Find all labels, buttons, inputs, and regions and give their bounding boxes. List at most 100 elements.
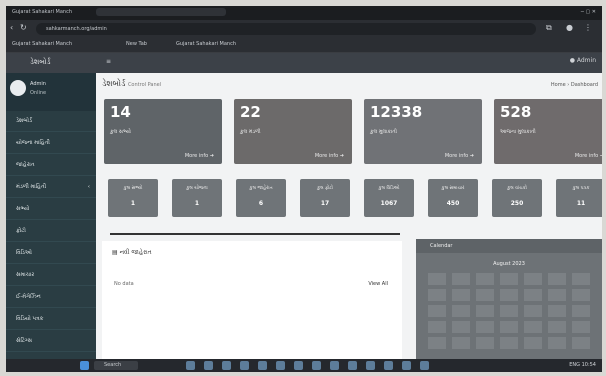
calendar-day-cell[interactable] — [452, 273, 470, 285]
stat-card[interactable]: 14 કુલ સભ્યો More info ➜ — [104, 99, 222, 164]
sidebar-item[interactable]: ડેશબોર્ડ — [6, 113, 96, 132]
mini-stat-label: કુલ વાંચકો — [507, 186, 527, 191]
app-icon[interactable] — [330, 361, 339, 370]
calendar-day-cell[interactable] — [548, 321, 566, 333]
calendar-day-cell[interactable] — [524, 273, 542, 285]
stat-card[interactable]: 12338 કુલ મુલાકાતી More info ➜ — [364, 99, 482, 164]
more-info-link[interactable]: More info ➜ — [445, 153, 474, 159]
sidebar-item[interactable]: મંડળી માહિતી ‹ — [6, 179, 96, 198]
calendar-month[interactable]: August 2023 — [416, 261, 602, 267]
app-logo-text[interactable]: ડેશબોર્ડ — [30, 58, 50, 67]
app-icon[interactable] — [348, 361, 357, 370]
mini-stat-card[interactable]: કુલ સમાચાર 450 — [428, 179, 478, 217]
calendar-day-cell[interactable] — [524, 289, 542, 301]
store-icon[interactable] — [240, 361, 249, 370]
stat-card[interactable]: 528 આજના મુલાકાતી More info ➜ — [494, 99, 602, 164]
more-info-link[interactable]: More info ➜ — [575, 153, 602, 159]
calendar-day-cell[interactable] — [500, 305, 518, 317]
calendar-day-cell[interactable] — [476, 289, 494, 301]
calendar-day-cell[interactable] — [548, 337, 566, 349]
window-controls[interactable]: ─ ▢ ✕ — [581, 9, 596, 15]
app-icon[interactable] — [258, 361, 267, 370]
url-field[interactable]: sahkarmanch.org/admin — [36, 23, 536, 35]
mini-stat-label: કુલ સભ્યો — [123, 186, 143, 191]
sidebar-item[interactable]: જાહેરાત — [6, 157, 96, 176]
breadcrumb[interactable]: Home › Dashboard — [551, 82, 598, 88]
extensions-icon[interactable]: ⧉ — [546, 23, 552, 33]
calendar-day-cell[interactable] — [452, 321, 470, 333]
calendar-day-cell[interactable] — [476, 305, 494, 317]
app-icon[interactable] — [420, 361, 429, 370]
profile-icon[interactable]: ● — [566, 23, 573, 32]
bookmark-item[interactable]: Gujarat Sahakari Manch — [176, 41, 236, 47]
sidebar-item[interactable]: ઈ-મેગેઝિન — [6, 289, 96, 308]
app-icon[interactable] — [366, 361, 375, 370]
back-icon[interactable]: ‹ — [10, 23, 13, 32]
sidebar-item[interactable]: સેટિંગ્સ — [6, 333, 96, 352]
mail-icon[interactable] — [222, 361, 231, 370]
calendar-day-cell[interactable] — [524, 337, 542, 349]
calendar-day-cell[interactable] — [428, 273, 446, 285]
calendar-day-cell[interactable] — [500, 321, 518, 333]
calendar-day-cell[interactable] — [428, 337, 446, 349]
calendar-day-cell[interactable] — [500, 273, 518, 285]
tab-active[interactable] — [96, 8, 226, 16]
calendar-day-cell[interactable] — [548, 305, 566, 317]
bookmark-item[interactable]: Gujarat Sahakari Manch — [12, 41, 72, 47]
calendar-day-cell[interactable] — [428, 305, 446, 317]
page-title-text: ડેશબોર્ડ — [102, 79, 126, 88]
calendar-day-cell[interactable] — [476, 337, 494, 349]
app-icon[interactable] — [276, 361, 285, 370]
calendar-day-cell[interactable] — [572, 321, 590, 333]
more-info-link[interactable]: More info ➜ — [315, 153, 344, 159]
taskbar-search[interactable]: Search — [94, 361, 138, 370]
calendar-day-cell[interactable] — [572, 305, 590, 317]
sidebar-item[interactable]: વિડિયો પત્રક — [6, 311, 96, 330]
calendar-day-cell[interactable] — [572, 337, 590, 349]
hamburger-icon[interactable]: ≡ — [106, 58, 111, 65]
sidebar-item[interactable]: વિડિઓ — [6, 245, 96, 264]
mini-stat-card[interactable]: કુલ વિડિઓ 1067 — [364, 179, 414, 217]
user-menu[interactable]: ● Admin — [570, 57, 596, 64]
calendar-day-cell[interactable] — [428, 321, 446, 333]
calendar-day-cell[interactable] — [428, 289, 446, 301]
system-tray[interactable]: ENG 10:54 — [569, 362, 596, 368]
calendar-day-cell[interactable] — [524, 305, 542, 317]
sidebar-item[interactable]: સભ્યો — [6, 201, 96, 220]
calendar-day-cell[interactable] — [476, 273, 494, 285]
mini-stat-card[interactable]: કુલ સભ્યો 1 — [108, 179, 158, 217]
calendar-day-cell[interactable] — [476, 321, 494, 333]
calendar-day-cell[interactable] — [548, 289, 566, 301]
sidebar-item[interactable]: યોજના માહિતી — [6, 135, 96, 154]
calendar-day-cell[interactable] — [548, 273, 566, 285]
calendar-day-cell[interactable] — [452, 305, 470, 317]
mini-stat-card[interactable]: કુલ જાહેરાત 6 — [236, 179, 286, 217]
view-all-link[interactable]: View All — [368, 281, 388, 287]
stat-card[interactable]: 22 કુલ મંડળી More info ➜ — [234, 99, 352, 164]
more-info-link[interactable]: More info ➜ — [185, 153, 214, 159]
sidebar-item[interactable]: ફોટો — [6, 223, 96, 242]
mini-stat-card[interactable]: કુલ યોજના 1 — [172, 179, 222, 217]
calendar-day-cell[interactable] — [500, 289, 518, 301]
app-icon[interactable] — [384, 361, 393, 370]
bookmark-item[interactable]: New Tab — [126, 41, 147, 47]
reload-icon[interactable]: ↻ — [20, 23, 27, 32]
calendar-day-cell[interactable] — [452, 337, 470, 349]
start-icon[interactable] — [80, 361, 89, 370]
sidebar: Admin Online ડેશબોર્ડ યોજના માહિતી જાહેરાત… — [6, 73, 96, 359]
calendar-day-cell[interactable] — [524, 321, 542, 333]
app-icon[interactable] — [312, 361, 321, 370]
calendar-day-cell[interactable] — [500, 337, 518, 349]
app-icon[interactable] — [294, 361, 303, 370]
app-icon[interactable] — [402, 361, 411, 370]
sidebar-item[interactable]: સમાચાર — [6, 267, 96, 286]
mini-stat-card[interactable]: કુલ ફોટો 17 — [300, 179, 350, 217]
calendar-day-cell[interactable] — [572, 289, 590, 301]
calendar-day-cell[interactable] — [452, 289, 470, 301]
calendar-day-cell[interactable] — [572, 273, 590, 285]
mini-stat-card[interactable]: કુલ વાંચકો 250 — [492, 179, 542, 217]
mini-stat-card[interactable]: કુલ પત્રક 11 — [556, 179, 602, 217]
files-icon[interactable] — [186, 361, 195, 370]
browser-icon[interactable] — [204, 361, 213, 370]
menu-icon[interactable]: ⋮ — [584, 23, 592, 32]
